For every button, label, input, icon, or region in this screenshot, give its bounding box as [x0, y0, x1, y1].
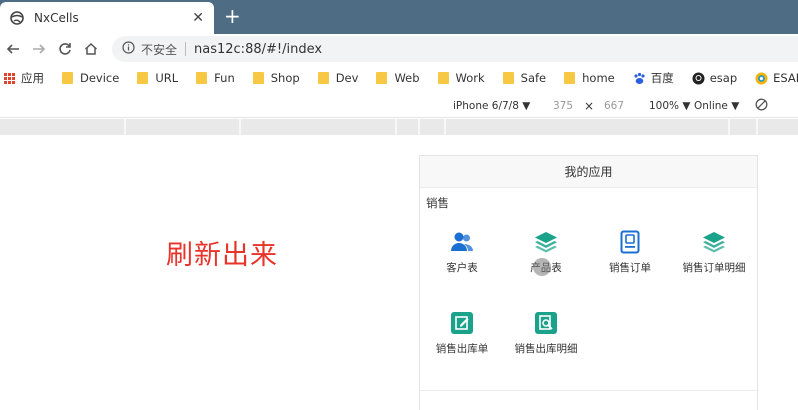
github-icon — [692, 72, 705, 85]
bookmark-label: Safe — [520, 71, 547, 85]
document-icon — [618, 230, 642, 254]
bookmark-work[interactable]: Work — [437, 71, 485, 85]
bookmark-label: Web — [394, 71, 420, 85]
back-arrow-icon[interactable] — [2, 38, 24, 60]
info-icon[interactable] — [122, 40, 135, 58]
baidu-paw-icon — [633, 72, 646, 85]
annotation-text: 刷新出来 — [166, 240, 278, 271]
tab-close-icon[interactable]: ✕ — [192, 10, 204, 26]
globe-icon — [10, 11, 24, 25]
bookmark-esap-site[interactable]: ESAP部 — [755, 70, 798, 86]
bookmarks-bar: 应用 Device URL Fun Shop Dev Web Work Safe… — [0, 64, 798, 92]
browser-tab[interactable]: NxCells ✕ — [0, 2, 214, 34]
tab-title: NxCells — [34, 11, 79, 25]
bookmark-url[interactable]: URL — [137, 71, 178, 85]
bookmark-label: 百度 — [650, 71, 674, 85]
bookmark-label: Shop — [270, 71, 300, 85]
folder-icon — [376, 72, 388, 84]
esap-logo-icon — [755, 72, 768, 85]
bookmark-esap-github[interactable]: esap — [692, 71, 737, 85]
bookmark-label: home — [582, 71, 615, 85]
bookmark-label: esap — [709, 71, 738, 85]
app-sales-delivery-details[interactable]: 销售出库明细 — [506, 311, 586, 356]
bookmark-safe[interactable]: Safe — [502, 71, 547, 85]
device-toolbar: iPhone 6/7/8 ▼ 375 × 667 100% ▼ Online ▼ — [0, 94, 798, 118]
folder-icon — [137, 72, 149, 84]
panel-divider — [420, 390, 759, 391]
address-bar[interactable]: 不安全 nas12c:88/#!/index — [112, 36, 798, 62]
bookmark-apps[interactable]: 应用 — [4, 70, 44, 86]
users-icon — [450, 230, 474, 254]
folder-icon — [437, 72, 449, 84]
browser-toolbar: 不安全 nas12c:88/#!/index — [0, 34, 798, 64]
section-label: 销售 — [426, 196, 449, 210]
bookmark-label: Device — [80, 71, 120, 85]
bookmark-fun[interactable]: Fun — [196, 71, 235, 85]
app-label: 客户表 — [446, 262, 478, 274]
viewport-height[interactable]: 667 — [604, 100, 624, 112]
page-viewport: 刷新出来 我的应用 销售 客户表 产品表 销售订单 — [0, 135, 798, 410]
layers-icon — [702, 230, 726, 254]
app-label: 销售订单 — [609, 262, 651, 274]
bookmark-label: 应用 — [21, 71, 44, 85]
viewport-width[interactable]: 375 — [553, 100, 573, 112]
search-doc-icon — [534, 311, 558, 335]
app-panel: 我的应用 销售 客户表 产品表 销售订单 销售订单明细 — [419, 155, 759, 410]
bookmark-label: Dev — [335, 71, 359, 85]
network-throttle-select[interactable]: Online ▼ — [694, 100, 739, 112]
device-select[interactable]: iPhone 6/7/8 ▼ — [453, 100, 530, 112]
folder-icon — [564, 72, 576, 84]
dimension-separator: × — [584, 99, 595, 113]
app-sales-delivery[interactable]: 销售出库单 — [422, 311, 502, 356]
bookmark-baidu[interactable]: 百度 — [633, 70, 674, 86]
media-query-ruler — [0, 119, 798, 135]
address-separator — [185, 42, 187, 56]
panel-title: 我的应用 — [420, 156, 757, 188]
new-tab-button[interactable]: + — [224, 6, 241, 26]
folder-icon — [502, 72, 514, 84]
bookmark-web[interactable]: Web — [376, 71, 420, 85]
forward-arrow-icon[interactable] — [28, 38, 50, 60]
app-customers[interactable]: 客户表 — [422, 230, 502, 275]
bookmark-shop[interactable]: Shop — [252, 71, 300, 85]
mouse-cursor-indicator — [533, 258, 551, 276]
folder-icon — [317, 72, 329, 84]
edit-icon — [450, 311, 474, 335]
layers-icon — [534, 230, 558, 254]
bookmark-label: ESAP部 — [773, 71, 798, 85]
security-label: 不安全 — [141, 42, 178, 57]
folder-icon — [196, 72, 208, 84]
panel-title-text: 我的应用 — [564, 165, 613, 179]
bookmark-dev[interactable]: Dev — [317, 71, 359, 85]
rotate-disable-icon[interactable] — [755, 98, 768, 114]
apps-grid-icon — [4, 72, 15, 84]
app-sales-orders[interactable]: 销售订单 — [590, 230, 670, 275]
app-label: 销售出库单 — [435, 343, 489, 355]
app-label: 销售出库明细 — [514, 343, 578, 355]
app-sales-order-details[interactable]: 销售订单明细 — [674, 230, 754, 275]
bookmark-label: Work — [455, 71, 485, 85]
bookmark-label: URL — [155, 71, 179, 85]
folder-icon — [62, 72, 73, 84]
reload-icon[interactable] — [54, 38, 76, 60]
app-label: 销售订单明细 — [682, 262, 746, 274]
zoom-select[interactable]: 100% ▼ — [649, 100, 690, 112]
bookmark-home[interactable]: home — [564, 71, 615, 85]
bookmark-label: Fun — [214, 71, 235, 85]
bookmark-device[interactable]: Device — [62, 71, 119, 85]
home-icon[interactable] — [80, 38, 102, 60]
folder-icon — [252, 72, 264, 84]
url-text[interactable]: nas12c:88/#!/index — [194, 42, 322, 57]
tab-strip: NxCells ✕ + — [0, 0, 798, 34]
